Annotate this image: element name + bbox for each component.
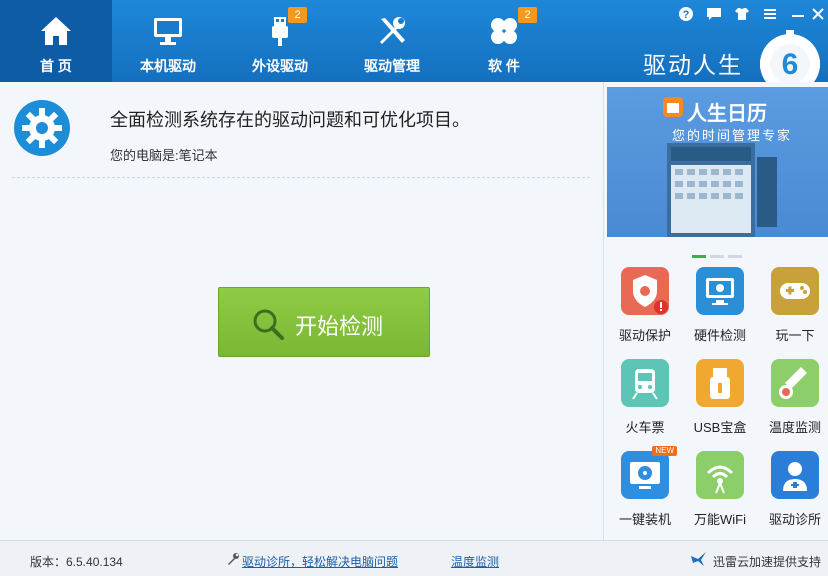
tool-label: 温度监测: [768, 420, 821, 435]
disc-icon: NEW: [621, 446, 677, 499]
logo-number: 6: [782, 48, 799, 81]
driver-clinic-link[interactable]: 驱动诊所，轻松解决电脑问题: [242, 553, 398, 570]
pager-dot[interactable]: [727, 255, 742, 258]
tool-label: 玩一下: [775, 328, 815, 343]
train-icon: [621, 359, 669, 407]
main-title: 全面检测系统存在的驱动问题和可优化项目。: [110, 110, 470, 130]
main-panel: 全面检测系统存在的驱动问题和可优化项目。 您的电脑是:笔记本 开始检测: [0, 82, 602, 540]
temperature-monitor-link[interactable]: 温度监测: [451, 553, 499, 570]
tool-label: 硬件检测: [693, 328, 746, 343]
tool-label: 万能WiFi: [694, 512, 746, 527]
apps-icon: [491, 18, 517, 44]
pager-dot[interactable]: [691, 255, 706, 258]
tool-label: 驱动诊所: [768, 512, 821, 527]
monitor-check-icon: [696, 267, 744, 315]
skin-icon[interactable]: [734, 6, 750, 22]
start-scan-label: 开始检测: [295, 314, 384, 339]
feedback-icon[interactable]: [706, 6, 722, 22]
status-bar: 版本：6.5.40.134 驱动诊所，轻松解决电脑问题 温度监测 迅雷云加速提供…: [0, 540, 828, 576]
tool-label: 一键装机: [618, 512, 671, 527]
tool-train-tickets[interactable]: 火车票: [608, 359, 682, 436]
provider-text: 迅雷云加速提供支持: [713, 555, 822, 569]
start-scan-button[interactable]: 开始检测: [218, 287, 430, 357]
tool-driver-protect[interactable]: 驱动保护: [608, 267, 682, 344]
tool-label: 火车票: [625, 420, 665, 435]
promo-banner[interactable]: 人生日历 您的时间管理专家: [607, 87, 828, 237]
settings-gear-icon: [14, 100, 70, 156]
tool-one-click-install[interactable]: NEW 一键装机: [608, 446, 682, 528]
update-count-badge: 2: [518, 7, 537, 23]
tool-wifi[interactable]: 万能WiFi: [683, 451, 757, 528]
tab-software[interactable]: 软 件 2: [448, 0, 560, 82]
tool-hardware-check[interactable]: 硬件检测: [683, 267, 757, 344]
tool-label: 驱动保护: [618, 328, 671, 343]
tab-driver-management[interactable]: 驱动管理: [336, 0, 448, 82]
tool-driver-clinic[interactable]: 驱动诊所: [758, 451, 828, 528]
tool-label: USB宝盒: [693, 420, 747, 435]
tool-usb-box[interactable]: USB宝盒: [683, 359, 757, 436]
monitor-icon: [154, 18, 182, 45]
tab-peripheral-drivers[interactable]: 外设驱动 2: [224, 0, 336, 82]
usb-box-icon: [696, 359, 744, 407]
tab-peripheral-drivers-label: 外设驱动: [252, 58, 308, 74]
tool-temperature[interactable]: 温度监测: [758, 359, 828, 436]
help-icon[interactable]: ?: [678, 6, 694, 22]
menu-icon[interactable]: [762, 6, 778, 22]
tool-play[interactable]: 玩一下: [758, 267, 828, 344]
pager-dot[interactable]: [709, 255, 724, 258]
tab-local-drivers[interactable]: 本机驱动: [112, 0, 224, 82]
tools-icon: [380, 17, 405, 44]
tab-home[interactable]: 首 页: [0, 0, 112, 82]
tab-local-drivers-label: 本机驱动: [140, 58, 196, 74]
close-icon[interactable]: [810, 6, 826, 22]
thunder-bird-icon: [691, 552, 706, 566]
version-text: 版本：6.5.40.134: [30, 555, 123, 569]
top-navigation-bar: 首 页 本机驱动 外设驱动 2 驱动管理 软 件 2 ? 驱动人生 6: [0, 0, 828, 82]
home-icon: [41, 17, 71, 45]
new-badge: NEW: [652, 446, 677, 456]
gamepad-icon: [771, 267, 819, 315]
banner-title: 人生日历: [687, 103, 767, 125]
minimize-icon[interactable]: [790, 6, 806, 22]
wifi-icon: [696, 451, 744, 499]
right-sidebar: 人生日历 您的时间管理专家 驱动保护 硬件检测 玩一下 火车票 USB宝盒 温度…: [603, 82, 828, 540]
update-count-badge: 2: [288, 7, 307, 23]
magnifier-icon: [253, 309, 284, 340]
banner-pager[interactable]: [604, 245, 828, 263]
tab-driver-management-label: 驱动管理: [364, 58, 420, 74]
svg-text:?: ?: [683, 9, 690, 21]
tab-home-label: 首 页: [40, 58, 72, 74]
brand-name: 驱动人生: [643, 52, 743, 78]
calendar-preview-icon: [667, 143, 777, 237]
tab-software-label: 软 件: [488, 58, 520, 74]
brand-logo-icon: 6: [760, 30, 820, 82]
banner-subtitle: 您的时间管理专家: [672, 128, 793, 143]
calendar-icon: [663, 97, 683, 117]
thermometer-icon: [771, 359, 819, 407]
wrench-icon: [228, 553, 239, 565]
shield-gear-icon: [621, 267, 669, 315]
doctor-icon: [771, 451, 819, 499]
computer-type-text: 您的电脑是:笔记本: [110, 148, 218, 163]
divider: [12, 177, 590, 178]
